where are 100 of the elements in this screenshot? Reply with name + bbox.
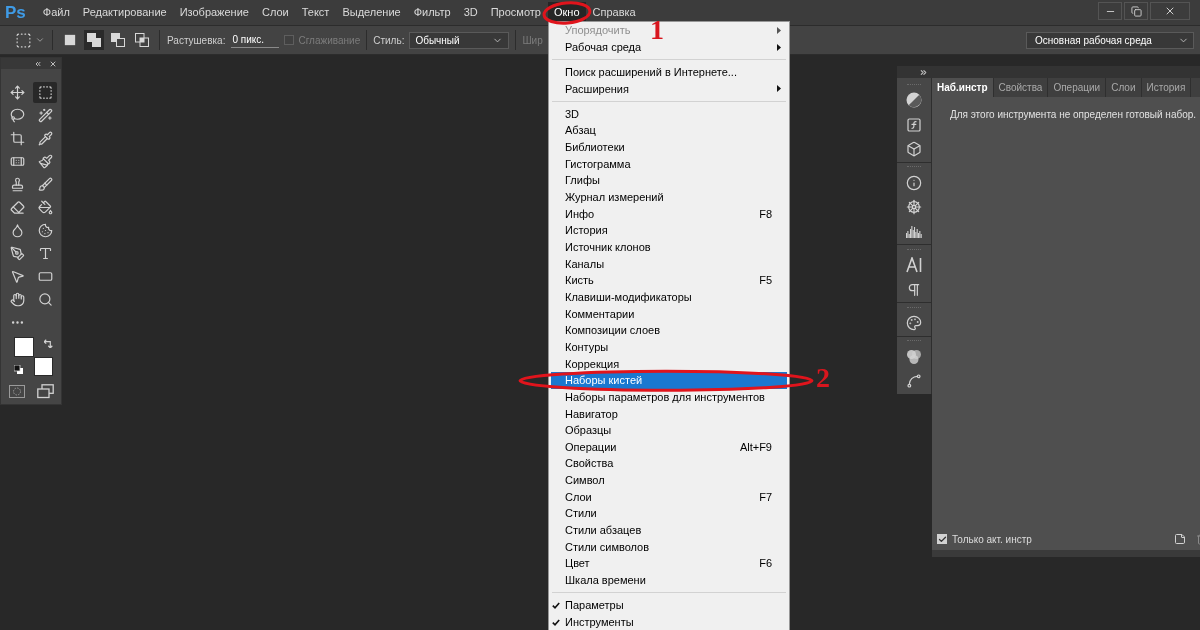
menu-bar-item[interactable]: Слои [255,2,295,23]
eraser-icon [9,200,25,215]
letter-a-cursor-icon [906,257,922,274]
collapse-icon[interactable] [34,59,42,68]
selection-mode-button[interactable] [132,30,152,50]
eyedropper-icon [37,131,53,146]
menu-item[interactable]: Клавиши-модификаторы [551,288,692,306]
stamp-icon [9,177,25,192]
menu-item[interactable]: Навигатор [551,405,618,423]
pen-icon [9,246,25,261]
menu-bar-item[interactable]: Файл [36,2,76,23]
menu-item[interactable]: Глифы [551,172,600,189]
menu-item[interactable]: Слои [551,488,592,506]
menu-bar-item[interactable]: Справка [586,2,642,23]
menu-item[interactable]: Цвет [551,555,590,572]
menu-item[interactable]: Образцы [551,422,612,439]
menu-item[interactable]: Символ [551,472,605,489]
marquee-tool[interactable] [33,82,57,103]
menu-bar-item[interactable]: 3D [457,2,484,23]
menu-item[interactable]: Гистограмма [551,155,631,173]
close-icon[interactable] [49,59,57,68]
menu-item[interactable]: Библиотеки [551,138,625,156]
menu-bar-item[interactable]: Текст [295,2,336,23]
expand-icon[interactable] [919,67,928,77]
dashed-rectangle-icon [15,31,32,49]
menu-bar-item[interactable]: Фильтр [407,2,457,23]
menu-item[interactable]: Шкала времени [551,572,646,589]
panel-tab[interactable]: Операции [1048,78,1107,97]
shortcut-text: F8 [759,206,772,222]
bandage-icon [9,154,25,169]
panel-tab[interactable]: Свойства [993,78,1049,97]
panel-tab[interactable]: Наб.инстр [932,78,994,97]
menu-item[interactable]: Композиции слоев [551,322,660,339]
menu-item[interactable]: Абзац [551,122,596,139]
caret-icon [35,35,45,45]
menu-item[interactable]: Журнал измерений [551,188,664,206]
style-dropdown[interactable]: Обычный [409,31,510,49]
annotation-ellipse [542,1,592,25]
shortcut-text: F5 [759,273,772,289]
only-active-label: Только акт. инстр [952,532,1032,547]
shortcut-text: Alt+F9 [739,439,772,455]
menu-item[interactable]: 3D [551,105,580,123]
menu-bar-item[interactable]: Редактирование [76,2,173,23]
swap-arrows-icon[interactable] [44,339,53,348]
feather-input[interactable]: 0 пикс. [231,32,280,48]
app-logo: Ps [5,4,26,21]
menu-item[interactable]: Стили символов [551,538,650,556]
restore-icon [1130,5,1142,17]
rectangle-icon [37,269,53,284]
menu-item[interactable]: Инструменты [551,613,634,630]
panel-tab[interactable]: История [1141,78,1192,97]
width-label: Шир [522,33,543,48]
menu-item[interactable]: Комментарии [551,305,635,323]
checkbox[interactable] [937,534,947,544]
move-icon [9,85,25,100]
menu-item[interactable]: Источник клонов [551,238,651,256]
check-icon [937,534,947,544]
dashed-rectangle-icon [37,85,53,100]
menu-item[interactable]: Стили [551,505,597,523]
annotation-number: 1 [650,16,664,44]
menu-bar-item[interactable]: Просмотр [484,2,547,23]
contrast-circle-icon [906,92,922,109]
menu-item[interactable]: Кисть [551,272,594,289]
menu-item[interactable]: Рабочая среда [551,38,642,56]
menu-bar-item[interactable]: Выделение [336,2,407,23]
menu-item[interactable]: Контуры [551,338,609,356]
selection-mode-button[interactable] [108,30,128,50]
menu-item[interactable]: Наборы параметров для инструментов [551,388,765,406]
menu-item[interactable]: Расширения [551,80,629,98]
hand-icon [9,292,25,307]
menu-item[interactable]: Каналы [551,255,605,273]
menu-item[interactable]: Коррекция [551,355,620,373]
cookie-icon [37,223,53,238]
tool-preset-picker[interactable] [15,31,45,49]
single-square-icon [64,34,76,46]
histogram-icon [906,225,922,238]
anti-alias-label: Сглаживание [298,33,361,48]
selection-mode-button[interactable] [84,30,104,50]
dashed-circle-frame-icon[interactable] [9,384,25,398]
menu-item[interactable]: Операции [551,438,617,456]
menu-item[interactable]: История [551,222,608,239]
menu-item[interactable]: Инфо [551,205,595,223]
stacked-squares-icon[interactable] [14,365,23,374]
overlapping-rectangles-icon[interactable] [36,383,54,399]
menu-item[interactable]: Параметры [551,597,624,614]
workspace-dropdown[interactable]: Основная рабочая среда [1026,31,1194,49]
background-color-swatch[interactable] [34,357,53,376]
menu-item[interactable]: Поиск расширений в Интернете... [551,63,737,81]
panel-tab[interactable]: Слои [1106,78,1142,97]
pilcrow-icon [906,281,922,298]
annotation-number: 2 [816,364,830,392]
lasso-icon [9,108,25,123]
menu-item[interactable]: Стили абзацев [551,522,642,539]
menu-bar-item[interactable]: Изображение [173,2,255,23]
menu-item[interactable]: Свойства [551,455,614,473]
type-icon [37,246,53,261]
page-icon[interactable] [1174,533,1186,545]
restore-button[interactable] [1124,2,1148,20]
empty-message: Для этого инструмента не определен готовый набор. [949,108,1197,122]
foreground-color-swatch[interactable] [14,337,34,357]
